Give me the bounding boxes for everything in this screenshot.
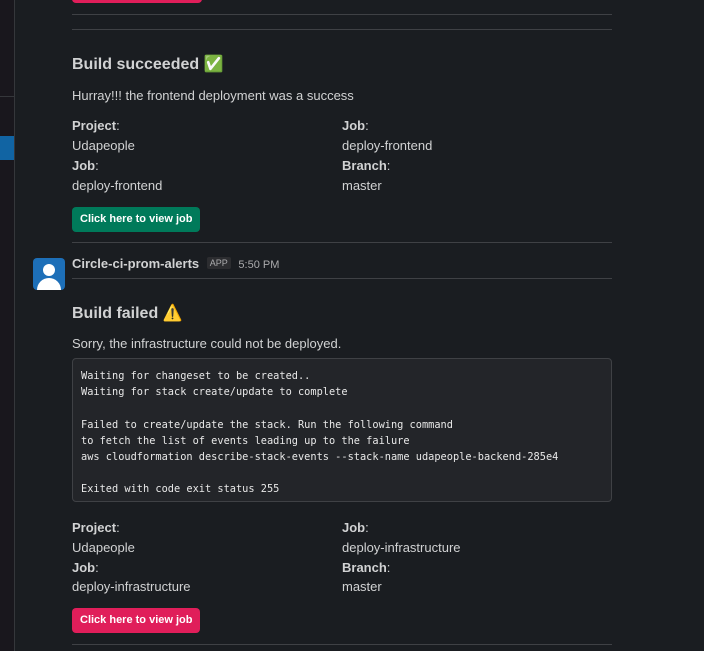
sidebar-divider: [0, 96, 14, 97]
divider: [72, 644, 612, 645]
build-title: Build failed ⚠️: [72, 303, 183, 323]
field-value: deploy-frontend: [342, 138, 433, 153]
view-job-button[interactable]: Click here to view job: [72, 207, 201, 232]
field-value: deploy-infrastructure: [72, 579, 191, 594]
field-value: master: [342, 178, 382, 193]
field-label: Branch:: [342, 158, 391, 173]
field-value: deploy-infrastructure: [342, 540, 461, 555]
field-label: Job:: [342, 118, 369, 133]
field-value: Udapeople: [72, 540, 135, 555]
field-label: Branch:: [342, 560, 391, 575]
divider: [72, 242, 612, 243]
build-subtitle: Sorry, the infrastructure could not be d…: [72, 336, 342, 351]
divider: [72, 278, 612, 279]
build-title: Build succeeded ✅: [72, 54, 224, 74]
field-label: Job:: [342, 520, 369, 535]
build-subtitle: Hurray!!! the frontend deployment was a …: [72, 88, 354, 103]
field-label: Job:: [72, 158, 99, 173]
sender-name[interactable]: Circle-ci-prom-alerts: [72, 256, 199, 271]
app-badge: APP: [206, 257, 231, 269]
divider: [72, 14, 612, 15]
build-title-text: Build failed: [72, 305, 159, 322]
field-label: Job:: [72, 560, 99, 575]
field-value: master: [342, 579, 382, 594]
field-value: Udapeople: [72, 138, 135, 153]
check-emoji-icon: ✅: [203, 56, 224, 73]
bot-avatar[interactable]: [33, 258, 65, 290]
message-header: Circle-ci-prom-alerts APP 5:50 PM: [72, 256, 279, 271]
field-value: deploy-frontend: [72, 178, 163, 193]
field-label: Project:: [72, 520, 120, 535]
view-job-button[interactable]: Click here to view job: [72, 608, 201, 633]
timestamp[interactable]: 5:50 PM: [238, 259, 279, 271]
build-title-text: Build succeeded: [72, 56, 200, 73]
left-sidebar-edge: [0, 0, 15, 651]
sidebar-active-item[interactable]: [0, 136, 14, 160]
previous-view-job-button[interactable]: [72, 0, 202, 3]
field-label: Project:: [72, 118, 120, 133]
error-log-code-block: Waiting for changeset to be created.. Wa…: [72, 358, 612, 502]
divider: [72, 29, 612, 30]
warning-emoji-icon: ⚠️: [162, 305, 183, 322]
